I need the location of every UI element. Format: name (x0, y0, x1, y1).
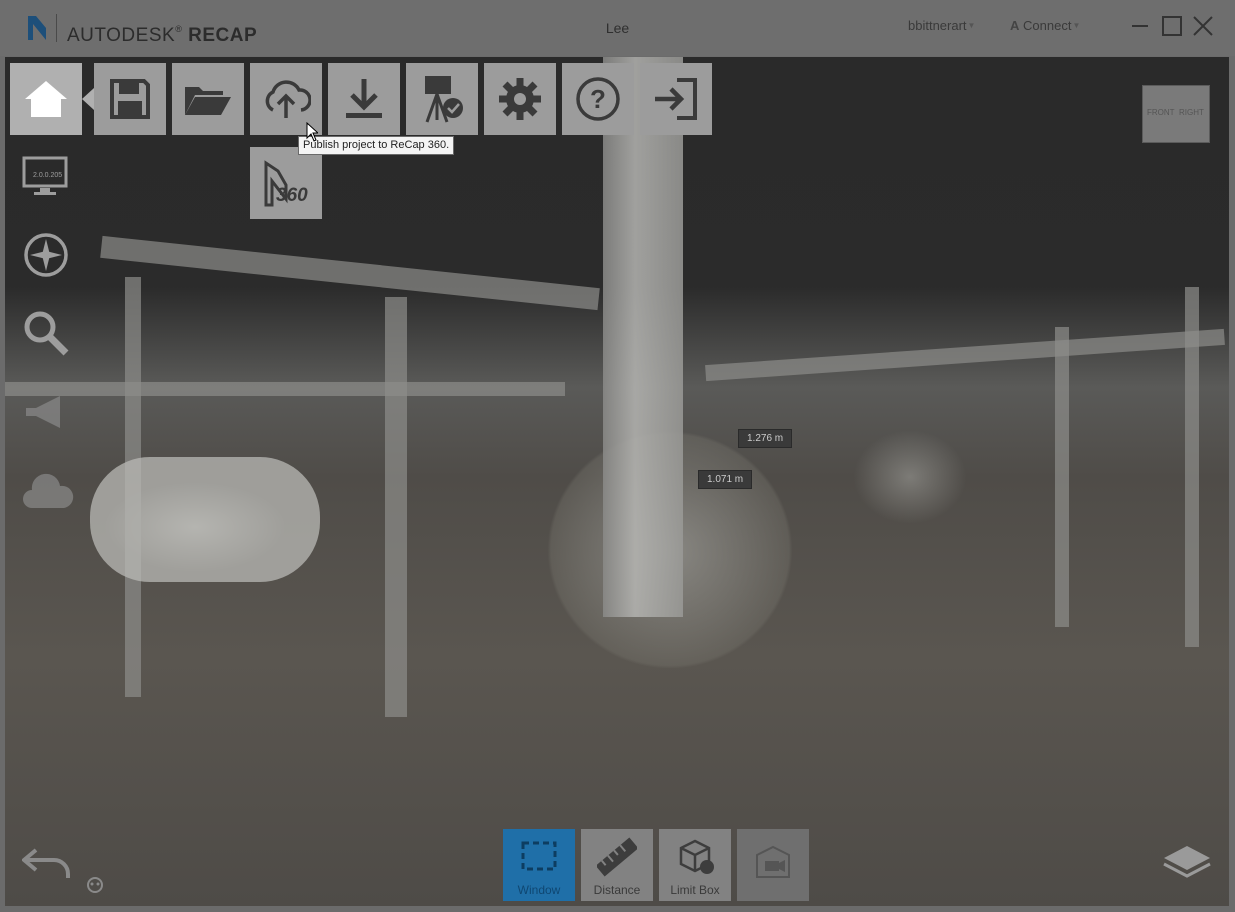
zoom-button[interactable] (22, 309, 70, 357)
folder-open-icon (185, 87, 231, 115)
pointer-arrow-icon (82, 88, 94, 110)
user-menu[interactable]: bbittnerart▼ (908, 18, 975, 33)
robot-icon[interactable] (86, 876, 104, 894)
home-button[interactable] (10, 63, 82, 135)
pipe-structure (1055, 327, 1069, 627)
user-name: bbittnerart (908, 18, 967, 33)
question-icon: ? (576, 77, 620, 121)
chevron-down-icon: ▼ (967, 21, 976, 30)
compass-icon (24, 233, 68, 277)
title-bar: AUTODESK® RECAP Lee bbittnerart▼ A Conne… (0, 0, 1235, 56)
import-button[interactable] (328, 63, 400, 135)
ruler-icon (597, 837, 637, 877)
megaphone-icon (26, 396, 60, 428)
recap360-label: 360 (276, 185, 308, 206)
measurement-label: 1.276 m (738, 429, 793, 448)
display-label: 2.0.0.205 (33, 172, 63, 179)
pipe-structure (705, 328, 1225, 382)
measurement-label: 1.071 m (698, 470, 753, 489)
pipe-structure (100, 235, 600, 311)
chevron-down-icon: ▼ (1072, 21, 1081, 30)
maximize-button[interactable] (1160, 14, 1184, 38)
window-label: Window (517, 883, 561, 897)
video-button[interactable] (737, 829, 809, 901)
annotation-button[interactable] (22, 390, 70, 438)
viewcube-right[interactable]: RIGHT (1179, 108, 1204, 117)
download-icon (346, 79, 382, 118)
distance-button[interactable]: Distance (581, 829, 653, 901)
limit-box-label: Limit Box (670, 883, 720, 897)
display-settings-button[interactable]: 2.0.0.205 (22, 152, 70, 200)
tank (90, 457, 320, 582)
cloud-services-button[interactable] (22, 472, 74, 520)
limit-box-icon (679, 839, 714, 874)
mouse-cursor-icon (306, 122, 318, 142)
viewcube-front[interactable]: FRONT (1147, 108, 1175, 117)
exit-icon (655, 78, 697, 120)
magnifier-icon (24, 311, 69, 356)
publish-recap360-button[interactable]: 360 (250, 147, 322, 219)
cloud-icon (23, 473, 74, 508)
window-select-button[interactable]: Window (503, 829, 575, 901)
viewcube[interactable]: FRONT RIGHT (1142, 85, 1210, 143)
settings-button[interactable] (484, 63, 556, 135)
navigation-wheel-button[interactable] (22, 231, 70, 279)
open-button[interactable] (172, 63, 244, 135)
connect-label: Connect (1023, 18, 1072, 33)
svg-text:?: ? (590, 84, 606, 114)
layers-icon[interactable] (1160, 842, 1214, 882)
video-camera-icon (756, 845, 790, 878)
pipe-structure (385, 297, 407, 717)
window-select-icon (521, 841, 557, 871)
autodesk-a-icon: A (1010, 18, 1020, 33)
central-pillar (603, 57, 683, 617)
exit-button[interactable] (640, 63, 712, 135)
minimize-button[interactable] (1128, 14, 1152, 38)
floppy-disk-icon (110, 79, 150, 119)
gear-icon (499, 78, 541, 120)
help-button[interactable]: ? (562, 63, 634, 135)
save-button[interactable] (94, 63, 166, 135)
limit-box-button[interactable]: Limit Box (659, 829, 731, 901)
distance-label: Distance (593, 883, 641, 897)
connect-menu[interactable]: A Connect▼ (1010, 18, 1080, 33)
cloud-upload-icon (265, 80, 311, 118)
survey-tripod-icon (425, 76, 463, 123)
tooltip: Publish project to ReCap 360. (298, 136, 455, 155)
pipe-structure (5, 382, 565, 396)
pipe-structure (1185, 287, 1199, 647)
undo-icon[interactable] (22, 846, 72, 880)
home-icon (25, 81, 67, 117)
scan-to-mesh-button[interactable] (406, 63, 478, 135)
close-button[interactable] (1191, 14, 1215, 38)
